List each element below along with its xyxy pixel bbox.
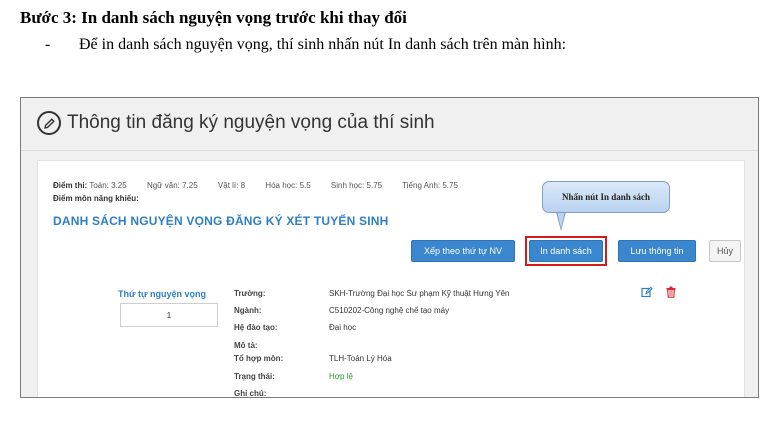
field-value-major: C510202-Công nghệ chế tạo máy xyxy=(329,306,450,315)
print-list-button[interactable]: In danh sách xyxy=(529,240,603,262)
field-label-description: Mô tả: xyxy=(234,341,258,350)
page-title: Thông tin đăng ký nguyện vọng của thí si… xyxy=(37,108,435,138)
score-hoa-hoc: Hóa học: 5.5 xyxy=(265,181,311,190)
scores-label: Điểm thi: xyxy=(53,181,88,190)
score-ngu-van: Ngữ văn: 7.25 xyxy=(146,181,198,190)
field-label-training: Hệ đào tạo: xyxy=(234,323,278,332)
list-title: DANH SÁCH NGUYỆN VỌNG ĐĂNG KÝ XÉT TUYỂN … xyxy=(53,214,389,228)
callout-note: Nhấn nút In danh sách xyxy=(542,181,670,213)
field-label-school: Trường: xyxy=(234,289,266,298)
score-sinh-hoc: Sinh học: 5.75 xyxy=(330,181,383,190)
page-title-text: Thông tin đăng ký nguyện vọng của thí si… xyxy=(67,112,435,133)
edit-icon[interactable] xyxy=(641,286,653,298)
field-value-status: Hợp lệ xyxy=(329,372,353,381)
callout-tail-fill xyxy=(557,211,565,228)
doc-bullet: - Để in danh sách nguyện vọng, thí sinh n… xyxy=(45,36,566,54)
field-value-subject-group: TLH-Toán Lý Hóa xyxy=(329,354,392,363)
edit-circle-icon xyxy=(37,111,61,135)
score-toan: Toán: 3.25 xyxy=(89,181,127,190)
save-button[interactable]: Lưu thông tin xyxy=(618,240,696,262)
field-value-training: Đại học xyxy=(329,323,357,332)
bullet-text: Để in danh sách nguyện vọng, thí sinh nh… xyxy=(79,36,567,53)
scores-line: Điểm thi: Toán: 3.25 Ngữ văn: 7.25 Vật l… xyxy=(53,181,476,190)
order-label: Thứ tự nguyện vọng xyxy=(118,289,207,299)
sort-button[interactable]: Xếp theo thứ tự NV xyxy=(411,240,515,262)
score-vat-li: Vật lí: 8 xyxy=(217,181,246,190)
score-tieng-anh: Tiếng Anh: 5.75 xyxy=(402,181,458,190)
field-value-school: SKH-Trường Đại học Sư phạm Kỹ thuật Hưng… xyxy=(329,289,510,298)
trash-icon[interactable] xyxy=(665,286,677,298)
field-label-major: Ngành: xyxy=(234,306,262,315)
bullet-dash: - xyxy=(45,36,51,53)
screenshot-frame: Thông tin đăng ký nguyện vọng của thí si… xyxy=(20,97,759,398)
field-label-status: Trạng thái: xyxy=(234,372,275,381)
cancel-button[interactable]: Hủy xyxy=(709,240,741,262)
field-label-subject-group: Tổ hợp môn: xyxy=(234,354,284,363)
title-divider xyxy=(21,150,758,151)
doc-heading: Bước 3: In danh sách nguyện vọng trước k… xyxy=(20,8,407,27)
field-label-note: Ghi chú: xyxy=(234,389,267,398)
content-panel: Điểm thi: Toán: 3.25 Ngữ văn: 7.25 Vật l… xyxy=(37,160,745,398)
talent-score-label: Điểm môn năng khiếu: xyxy=(53,194,139,203)
order-input[interactable]: 1 xyxy=(120,303,218,327)
